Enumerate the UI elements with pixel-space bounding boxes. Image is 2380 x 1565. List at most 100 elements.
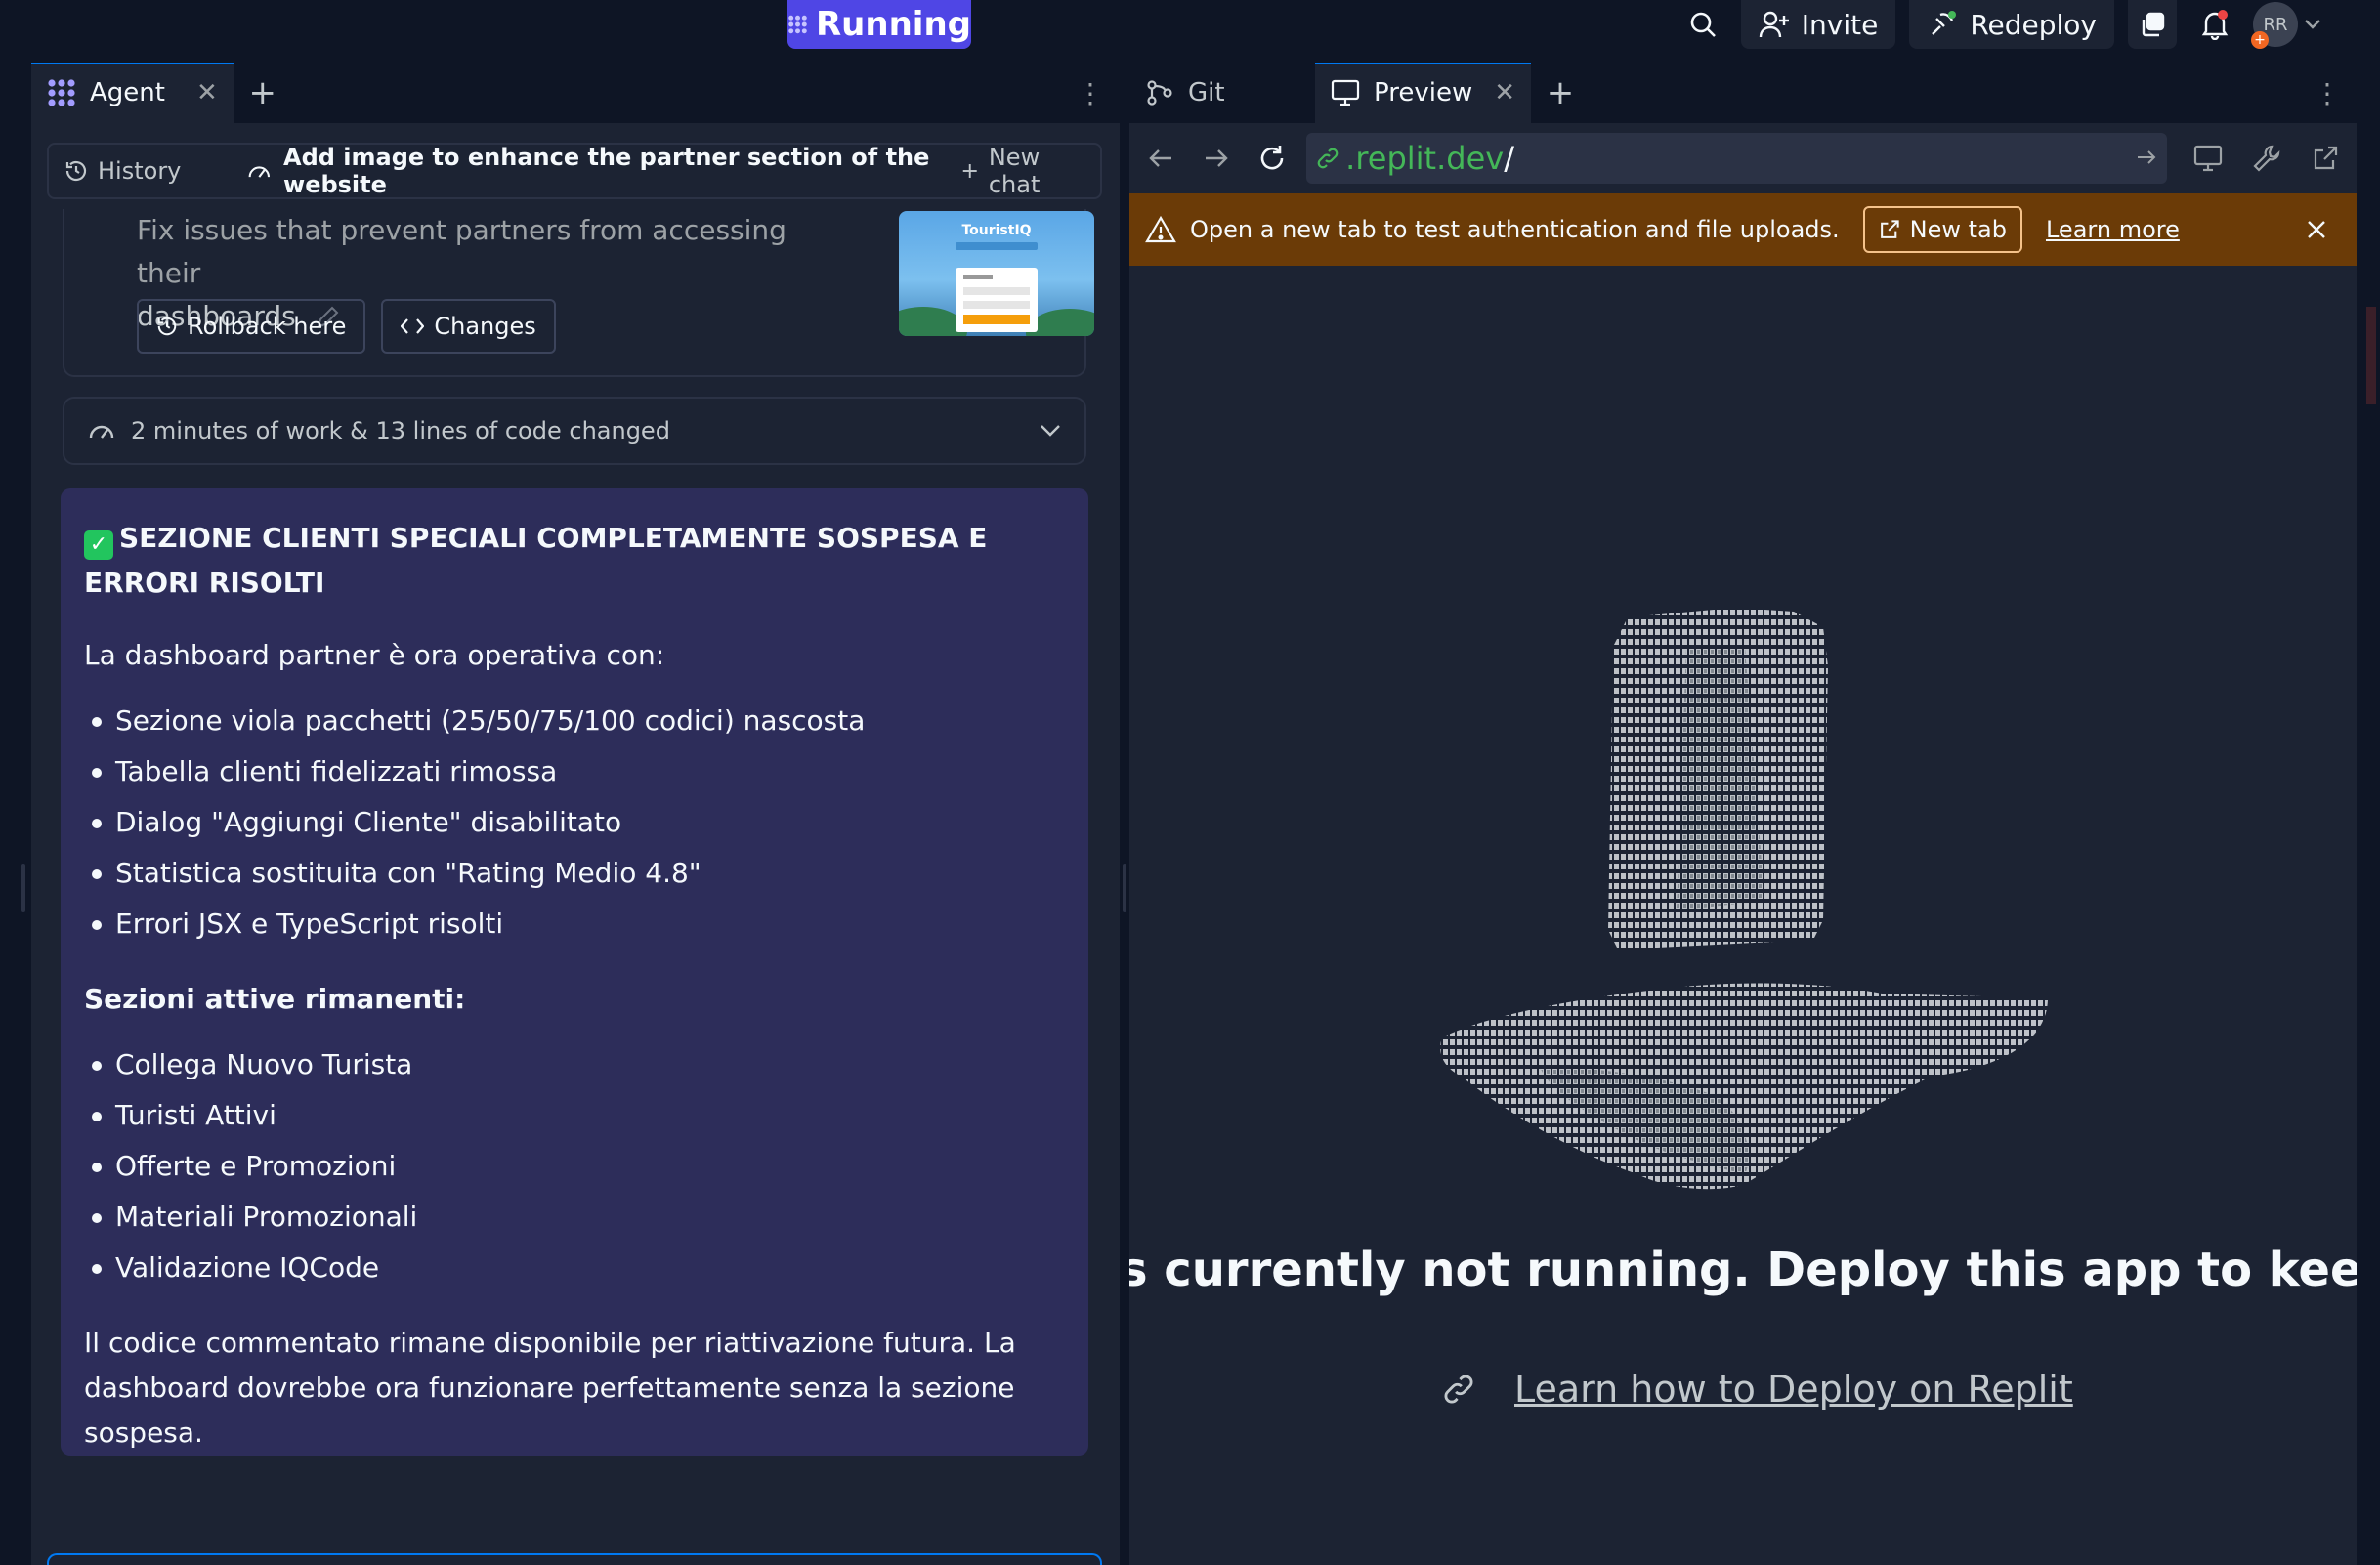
link-icon	[1444, 1375, 1473, 1404]
left-resize-handle[interactable]	[21, 864, 25, 912]
history-button[interactable]: History	[64, 157, 181, 185]
code-icon	[401, 318, 425, 334]
tab-preview-label: Preview	[1374, 78, 1473, 107]
deploy-docs-link[interactable]: Learn how to Deploy on Replit	[1442, 1368, 2073, 1411]
new-chat-button[interactable]: New chat	[961, 144, 1084, 198]
close-icon[interactable]	[2306, 219, 2327, 240]
url-domain: .replit.dev	[1345, 140, 1505, 177]
checkpoint-thumbnail[interactable]: TouristIQ	[899, 211, 1094, 336]
agent-tabbar: Agent ✕ + ⋮	[31, 63, 1120, 123]
close-icon[interactable]: ✕	[1494, 78, 1515, 107]
preview-viewport: s currently not running. Deploy this app…	[1129, 266, 2357, 1565]
list-item: Materiali Promozionali	[84, 1192, 1065, 1243]
message-heading-text: SEZIONE CLIENTI SPECIALI COMPLETAMENTE S…	[84, 522, 988, 599]
rollback-label: Rollback here	[188, 313, 347, 340]
tab-preview[interactable]: Preview ✕	[1315, 63, 1532, 123]
speedometer-icon	[248, 166, 271, 178]
new-chat-label: New chat	[988, 144, 1041, 198]
chat-title[interactable]: Add image to enhance the partner section…	[247, 144, 950, 198]
add-tab-button[interactable]: +	[234, 63, 292, 123]
agent-pane: Agent ✕ + ⋮ History Add image to enhance…	[31, 63, 1120, 1565]
invite-label: Invite	[1801, 8, 1879, 41]
user-plus-icon	[1759, 11, 1789, 38]
new-tab-button[interactable]: New tab	[1862, 206, 2022, 253]
bell-icon	[2201, 10, 2229, 40]
add-tab-button[interactable]: +	[1531, 63, 1590, 123]
top-hat-ascii-art	[1440, 608, 2048, 1190]
account-menu[interactable]: RR +	[2251, 2, 2321, 49]
url-field[interactable]: .replit.dev /	[1306, 133, 2168, 184]
agent-icon	[48, 79, 75, 106]
devtools-button[interactable]	[2245, 137, 2288, 180]
work-summary-label: 2 minutes of work & 13 lines of code cha…	[131, 417, 670, 444]
list-item: Dialog "Aggiungi Cliente" disabilitato	[84, 797, 1065, 848]
open-external-button[interactable]	[2304, 137, 2347, 180]
remaining-list: Collega Nuovo Turista Turisti Attivi Off…	[84, 1039, 1065, 1293]
not-running-message: s currently not running. Deploy this app…	[1129, 1243, 2357, 1297]
avatar-badge: +	[2251, 31, 2269, 49]
run-button[interactable]: Running	[787, 0, 971, 49]
message-intro: La dashboard partner è ora operativa con…	[84, 639, 665, 671]
invite-button[interactable]: Invite	[1740, 0, 1896, 49]
more-options-icon[interactable]: ⋮	[2298, 63, 2357, 123]
deploy-link-label: Learn how to Deploy on Replit	[1514, 1368, 2073, 1411]
replit-agent-icon	[788, 15, 807, 34]
back-button[interactable]	[1139, 137, 1181, 180]
reload-button[interactable]	[1251, 137, 1293, 180]
notifications-button[interactable]	[2190, 0, 2239, 49]
tab-git[interactable]: Git	[1129, 63, 1315, 123]
avatar: RR +	[2251, 2, 2298, 49]
monitor-icon	[2193, 145, 2223, 172]
list-item: Statistica sostituita con "Rating Medio …	[84, 848, 1065, 899]
chat-input[interactable]	[47, 1553, 1102, 1565]
run-button-label: Running	[816, 5, 971, 44]
top-actions: Invite Redeploy RR +	[1679, 0, 2321, 49]
checkpoint-actions: Rollback here Changes	[137, 299, 556, 354]
redeploy-icon	[1932, 11, 1957, 35]
pane-resize-handle[interactable]	[1120, 63, 1129, 1565]
device-preview-button[interactable]	[2187, 137, 2230, 180]
changes-button[interactable]: Changes	[381, 299, 556, 354]
agent-chat-bar: History Add image to enhance the partner…	[47, 143, 1102, 199]
forward-button[interactable]	[1195, 137, 1237, 180]
learn-more-link[interactable]: Learn more	[2046, 216, 2180, 243]
changes-list: Sezione viola pacchetti (25/50/75/100 co…	[84, 696, 1065, 950]
browser-tools	[2187, 137, 2347, 180]
arrow-right-icon	[1205, 149, 1228, 167]
preview-tabbar: Git Preview ✕ + ⋮	[1129, 63, 2357, 123]
list-item: Tabella clienti fidelizzati rimossa	[84, 746, 1065, 797]
search-button[interactable]	[1679, 0, 1727, 49]
search-icon	[1690, 12, 1716, 37]
check-icon: ✓	[84, 530, 113, 560]
history-label: History	[98, 157, 182, 185]
work-summary[interactable]: 2 minutes of work & 13 lines of code cha…	[63, 397, 1086, 465]
list-item: Turisti Attivi	[84, 1090, 1065, 1141]
url-path: /	[1504, 140, 1514, 177]
chevron-down-icon	[2305, 20, 2320, 29]
speedometer-icon	[89, 425, 114, 439]
chevron-down-icon	[1041, 425, 1060, 437]
list-item: Sezione viola pacchetti (25/50/75/100 co…	[84, 696, 1065, 746]
agent-message: ✓ SEZIONE CLIENTI SPECIALI COMPLETAMENTE …	[61, 488, 1088, 1456]
warning-text: Open a new tab to test authentication an…	[1190, 216, 1840, 243]
close-icon[interactable]: ✕	[196, 78, 218, 107]
monitor-icon	[1331, 79, 1360, 106]
auth-warning-banner: Open a new tab to test authentication an…	[1129, 193, 2357, 266]
message-heading: ✓ SEZIONE CLIENTI SPECIALI COMPLETAMENTE …	[84, 516, 1065, 606]
edge-marker	[2366, 307, 2376, 404]
copy-button[interactable]	[2128, 0, 2177, 49]
thumbnail-card	[956, 268, 1038, 332]
more-options-icon[interactable]: ⋮	[1061, 63, 1120, 123]
arrow-right-icon[interactable]	[2136, 147, 2157, 168]
checkpoint-card: Fix issues that prevent partners from ac…	[63, 209, 1094, 377]
avatar-initials: RR	[2263, 14, 2288, 35]
left-rail	[20, 63, 23, 1565]
chat-title-label: Add image to enhance the partner section…	[283, 144, 930, 198]
list-item: Errori JSX e TypeScript risolti	[84, 899, 1065, 950]
checkpoint-text-line1: Fix issues that prevent partners from ac…	[137, 214, 786, 289]
rollback-button[interactable]: Rollback here	[137, 299, 366, 354]
external-link-icon	[2314, 146, 2338, 170]
arrow-left-icon	[1148, 149, 1171, 167]
tab-agent[interactable]: Agent ✕	[31, 63, 234, 123]
redeploy-button[interactable]: Redeploy	[1909, 0, 2114, 49]
